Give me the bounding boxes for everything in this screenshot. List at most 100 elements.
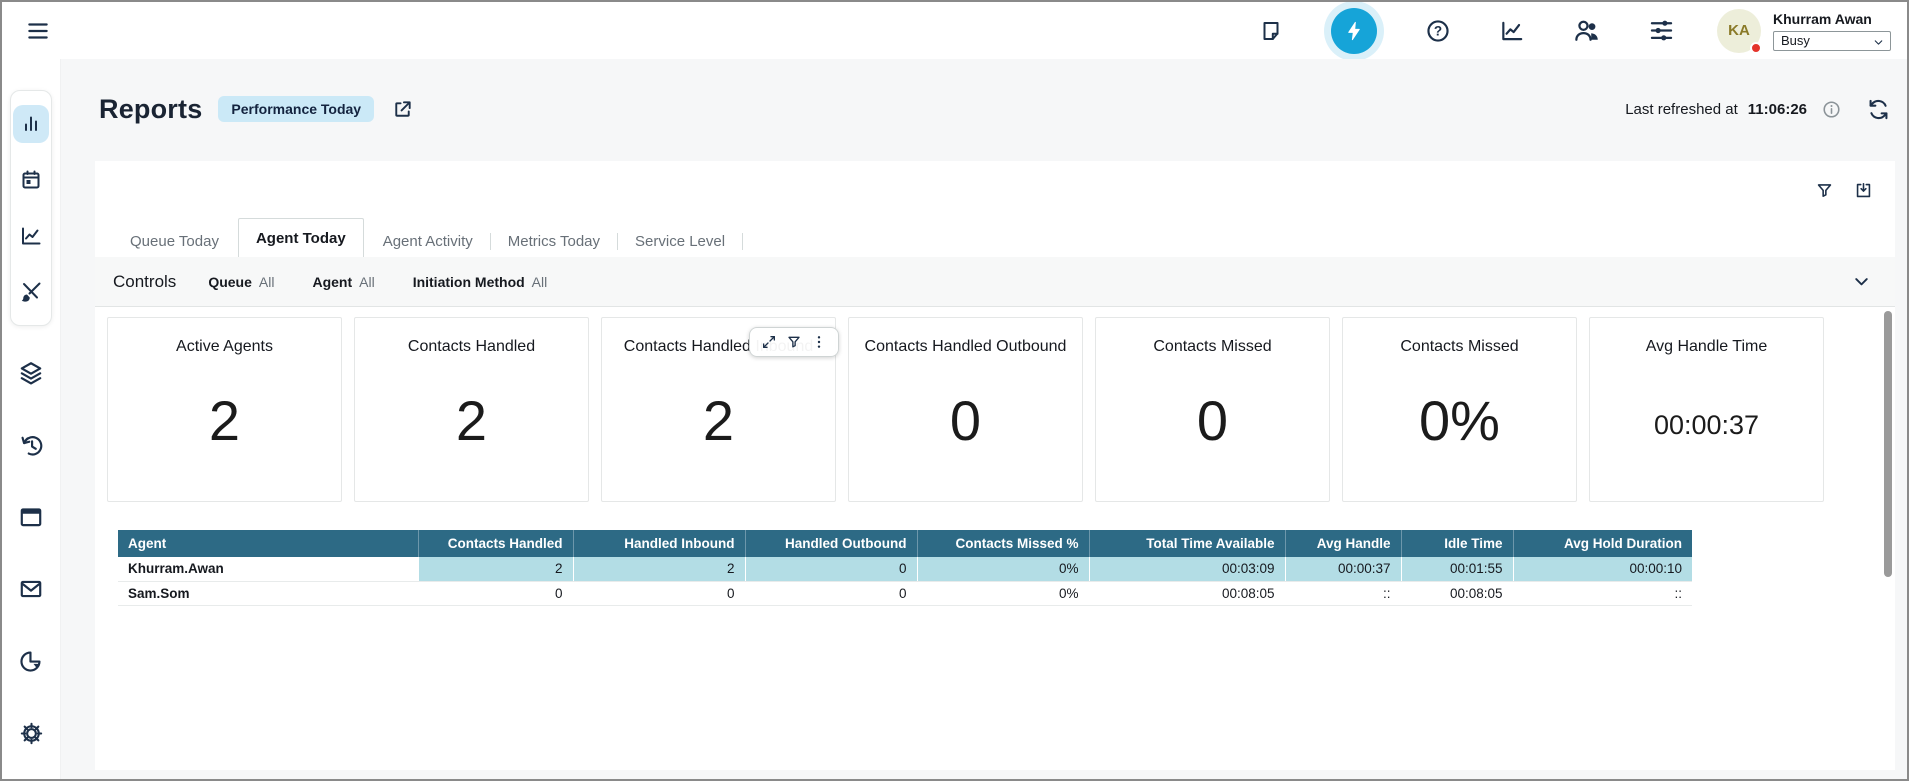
report-content: Active Agents 2 Contacts Handled 2 Conta… [95,307,1895,770]
filter-agent[interactable]: Agent All [312,274,374,290]
kebab-menu-icon [811,334,827,350]
kpi-card-contacts-missed-pct: Contacts Missed 0% [1342,317,1577,502]
cell-agent-name: Sam.Som [118,581,418,605]
status-value: Busy [1781,33,1810,48]
sidebar-item-settings[interactable] [16,720,46,746]
download-box-icon [1854,181,1873,200]
filter-queue[interactable]: Queue All [208,274,274,290]
info-button[interactable] [1821,99,1842,120]
calendar-icon [19,168,43,192]
chevron-down-icon [1872,36,1885,49]
filter-initiation-method[interactable]: Initiation Method All [413,274,548,290]
col-contacts-missed-pct[interactable]: Contacts Missed % [917,530,1089,557]
table-row: Sam.Som 0 0 0 0% 00:08:05 :: 00:08:05 :: [118,581,1692,605]
app-window: ? [0,0,1909,781]
kpi-card-contacts-handled: Contacts Handled 2 [354,317,589,502]
panel-filter-button[interactable] [1815,181,1834,200]
bar-chart-icon [19,112,43,136]
design-brush-icon [19,280,43,304]
external-link-icon [391,98,414,121]
table-header-row: Agent Contacts Handled Handled Inbound H… [118,530,1692,557]
status-select[interactable]: Busy [1773,31,1891,51]
tab-agent-today[interactable]: Agent Today [238,218,364,257]
people-icon [1573,17,1600,44]
filter-funnel-icon [1815,181,1834,200]
controls-collapse-button[interactable] [1850,270,1873,293]
card-hover-toolbar [749,327,839,357]
line-chart-icon [1499,18,1525,44]
panel-download-button[interactable] [1854,181,1873,200]
sidebar-item-reports[interactable] [13,105,49,143]
col-idle-time[interactable]: Idle Time [1401,530,1513,557]
kpi-card-contacts-handled-inbound: Contacts Handled Inbound 2 [601,317,836,502]
col-avg-hold-duration[interactable]: Avg Hold Duration [1513,530,1692,557]
col-agent[interactable]: Agent [118,530,418,557]
tab-agent-activity[interactable]: Agent Activity [366,225,490,257]
col-handled-outbound[interactable]: Handled Outbound [745,530,917,557]
card-more-options-button[interactable] [811,334,827,350]
kpi-card-active-agents: Active Agents 2 [107,317,342,502]
browser-window-icon [18,504,44,530]
note-button[interactable] [1259,19,1283,43]
help-icon: ? [1425,18,1451,44]
tab-divider [742,233,743,250]
history-clock-icon [18,432,44,458]
lightning-bolt-icon [1343,20,1365,42]
last-refreshed-label: Last refreshed at [1625,101,1738,118]
sidebar-item-analytics[interactable] [13,217,49,255]
agent-table: Agent Contacts Handled Handled Inbound H… [118,530,1895,606]
help-button[interactable]: ? [1425,18,1451,44]
info-icon [1821,99,1842,120]
kpi-card-contacts-missed: Contacts Missed 0 [1095,317,1330,502]
mail-icon [18,576,44,602]
main-area: Reports Performance Today Last refreshed… [61,59,1907,779]
col-total-time-available[interactable]: Total Time Available [1089,530,1285,557]
sidebar-item-history[interactable] [16,432,46,458]
controls-bar: Controls Queue All Agent All Initiation … [95,257,1895,307]
tab-service-level[interactable]: Service Level [618,225,742,257]
chevron-down-icon [1850,270,1873,293]
quick-actions-button[interactable] [1331,8,1377,54]
expand-icon [761,334,777,350]
refresh-button[interactable] [1866,97,1891,122]
sidebar-item-pie-reports[interactable] [16,648,46,674]
tab-queue-today[interactable]: Queue Today [113,225,236,257]
gear-icon [18,720,45,747]
controls-title: Controls [113,272,176,292]
avatar[interactable]: KA [1717,9,1761,53]
vertical-scrollbar[interactable] [1884,311,1892,577]
col-avg-handle[interactable]: Avg Handle [1285,530,1401,557]
table-row: Khurram.Awan 2 2 0 0% 00:03:09 00:00:37 … [118,557,1692,581]
topbar-icon-group: ? [1259,8,1675,54]
col-handled-inbound[interactable]: Handled Inbound [573,530,745,557]
contacts-button[interactable] [1573,17,1600,44]
metrics-button[interactable] [1499,18,1525,44]
filter-funnel-icon [786,334,802,350]
card-filter-button[interactable] [786,334,802,350]
hamburger-menu-button[interactable] [24,17,52,45]
user-name: Khurram Awan [1773,11,1891,27]
sidebar-item-design[interactable] [13,273,49,311]
sidebar-item-layers[interactable] [16,360,46,386]
note-icon [1259,19,1283,43]
sidebar-item-schedule[interactable] [13,161,49,199]
kpi-cards-row: Active Agents 2 Contacts Handled 2 Conta… [107,317,1895,502]
card-expand-button[interactable] [761,334,777,350]
sidebar-item-mail[interactable] [16,576,46,602]
last-refreshed-time: 11:06:26 [1748,101,1807,118]
page-header: Reports Performance Today Last refreshed… [95,83,1895,135]
presence-busy-dot [1750,42,1762,54]
page-title: Reports [99,94,202,125]
kpi-card-contacts-handled-outbound: Contacts Handled Outbound 0 [848,317,1083,502]
col-contacts-handled[interactable]: Contacts Handled [418,530,573,557]
refresh-icon [1866,97,1891,122]
sidebar-item-window[interactable] [16,504,46,530]
kpi-card-avg-handle-time: Avg Handle Time 00:00:37 [1589,317,1824,502]
layers-icon [18,360,44,386]
tab-metrics-today[interactable]: Metrics Today [491,225,617,257]
settings-sliders-button[interactable] [1648,17,1675,44]
report-badge: Performance Today [218,96,374,122]
open-in-new-window-button[interactable] [391,98,414,121]
sidebar-nav-card [10,90,52,326]
avatar-initials: KA [1728,22,1750,39]
